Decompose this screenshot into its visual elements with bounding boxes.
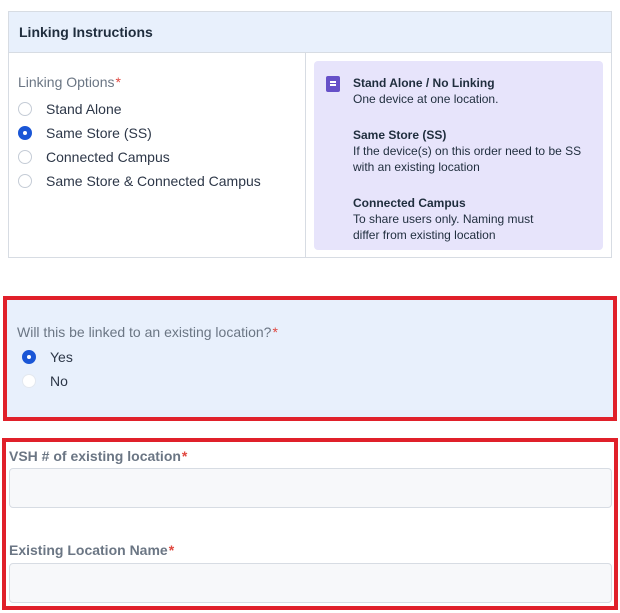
info-block-same-store: Same Store (SS) If the device(s) on this… <box>353 127 593 175</box>
info-block-connected-campus: Connected Campus To share users only. Na… <box>353 195 543 243</box>
card-title: Linking Instructions <box>19 24 153 40</box>
radio-option-connected-campus[interactable]: Connected Campus <box>18 145 305 169</box>
required-mark: * <box>115 74 121 90</box>
radio-label: Yes <box>50 349 73 365</box>
radio-label: Connected Campus <box>46 149 170 165</box>
info-title: Stand Alone / No Linking <box>353 76 495 90</box>
linking-options-label-text: Linking Options <box>18 74 115 90</box>
required-mark: * <box>272 324 278 340</box>
radio-button[interactable] <box>18 150 32 164</box>
required-mark: * <box>168 542 175 558</box>
info-panel: Stand Alone / No Linking One device at o… <box>314 61 603 250</box>
radio-option-yes[interactable]: Yes <box>22 345 73 369</box>
existing-location-question-label: Will this be linked to an existing locat… <box>17 324 278 340</box>
location-name-input[interactable] <box>9 563 612 603</box>
radio-option-no[interactable]: No <box>22 369 73 393</box>
info-title: Same Store (SS) <box>353 128 447 142</box>
existing-location-question-section: Will this be linked to an existing locat… <box>3 296 617 421</box>
card-body: Linking Options* Stand Alone Same Store … <box>9 53 611 258</box>
radio-button-selected[interactable] <box>22 350 36 364</box>
info-title: Connected Campus <box>353 196 466 210</box>
location-name-label-text: Existing Location Name <box>9 542 168 558</box>
radio-label: Stand Alone <box>46 101 122 117</box>
info-description: If the device(s) on this order need to b… <box>353 144 582 174</box>
location-name-label: Existing Location Name* <box>9 542 174 558</box>
info-text: Stand Alone / No Linking One device at o… <box>353 75 593 250</box>
info-description: One device at one location. <box>353 92 499 106</box>
existing-location-details-section: VSH # of existing location* Existing Loc… <box>2 438 618 610</box>
card-header: Linking Instructions <box>9 12 611 53</box>
linking-options-column: Linking Options* Stand Alone Same Store … <box>9 53 306 258</box>
linking-instructions-card: Linking Instructions Linking Options* St… <box>8 11 612 258</box>
vsh-label-text: VSH # of existing location <box>9 448 181 464</box>
linking-options-label: Linking Options* <box>18 74 305 90</box>
vsh-label: VSH # of existing location* <box>9 448 187 464</box>
radio-button[interactable] <box>18 174 32 188</box>
radio-label: Same Store & Connected Campus <box>46 173 261 189</box>
radio-label: No <box>50 373 68 389</box>
radio-option-stand-alone[interactable]: Stand Alone <box>18 97 305 121</box>
info-description: To share users only. Naming must differ … <box>353 212 534 242</box>
info-column: Stand Alone / No Linking One device at o… <box>306 53 611 258</box>
document-icon <box>326 76 340 92</box>
radio-option-same-store[interactable]: Same Store (SS) <box>18 121 305 145</box>
existing-location-options: Yes No <box>22 345 73 393</box>
radio-label: Same Store (SS) <box>46 125 152 141</box>
required-mark: * <box>181 448 188 464</box>
radio-button-selected[interactable] <box>18 126 32 140</box>
vsh-input[interactable] <box>9 468 612 508</box>
linking-options-group: Stand Alone Same Store (SS) Connected Ca… <box>18 97 305 193</box>
radio-option-same-store-connected-campus[interactable]: Same Store & Connected Campus <box>18 169 305 193</box>
radio-button[interactable] <box>18 102 32 116</box>
radio-button[interactable] <box>22 374 36 388</box>
info-block-stand-alone: Stand Alone / No Linking One device at o… <box>353 75 593 107</box>
question-text: Will this be linked to an existing locat… <box>17 324 272 340</box>
